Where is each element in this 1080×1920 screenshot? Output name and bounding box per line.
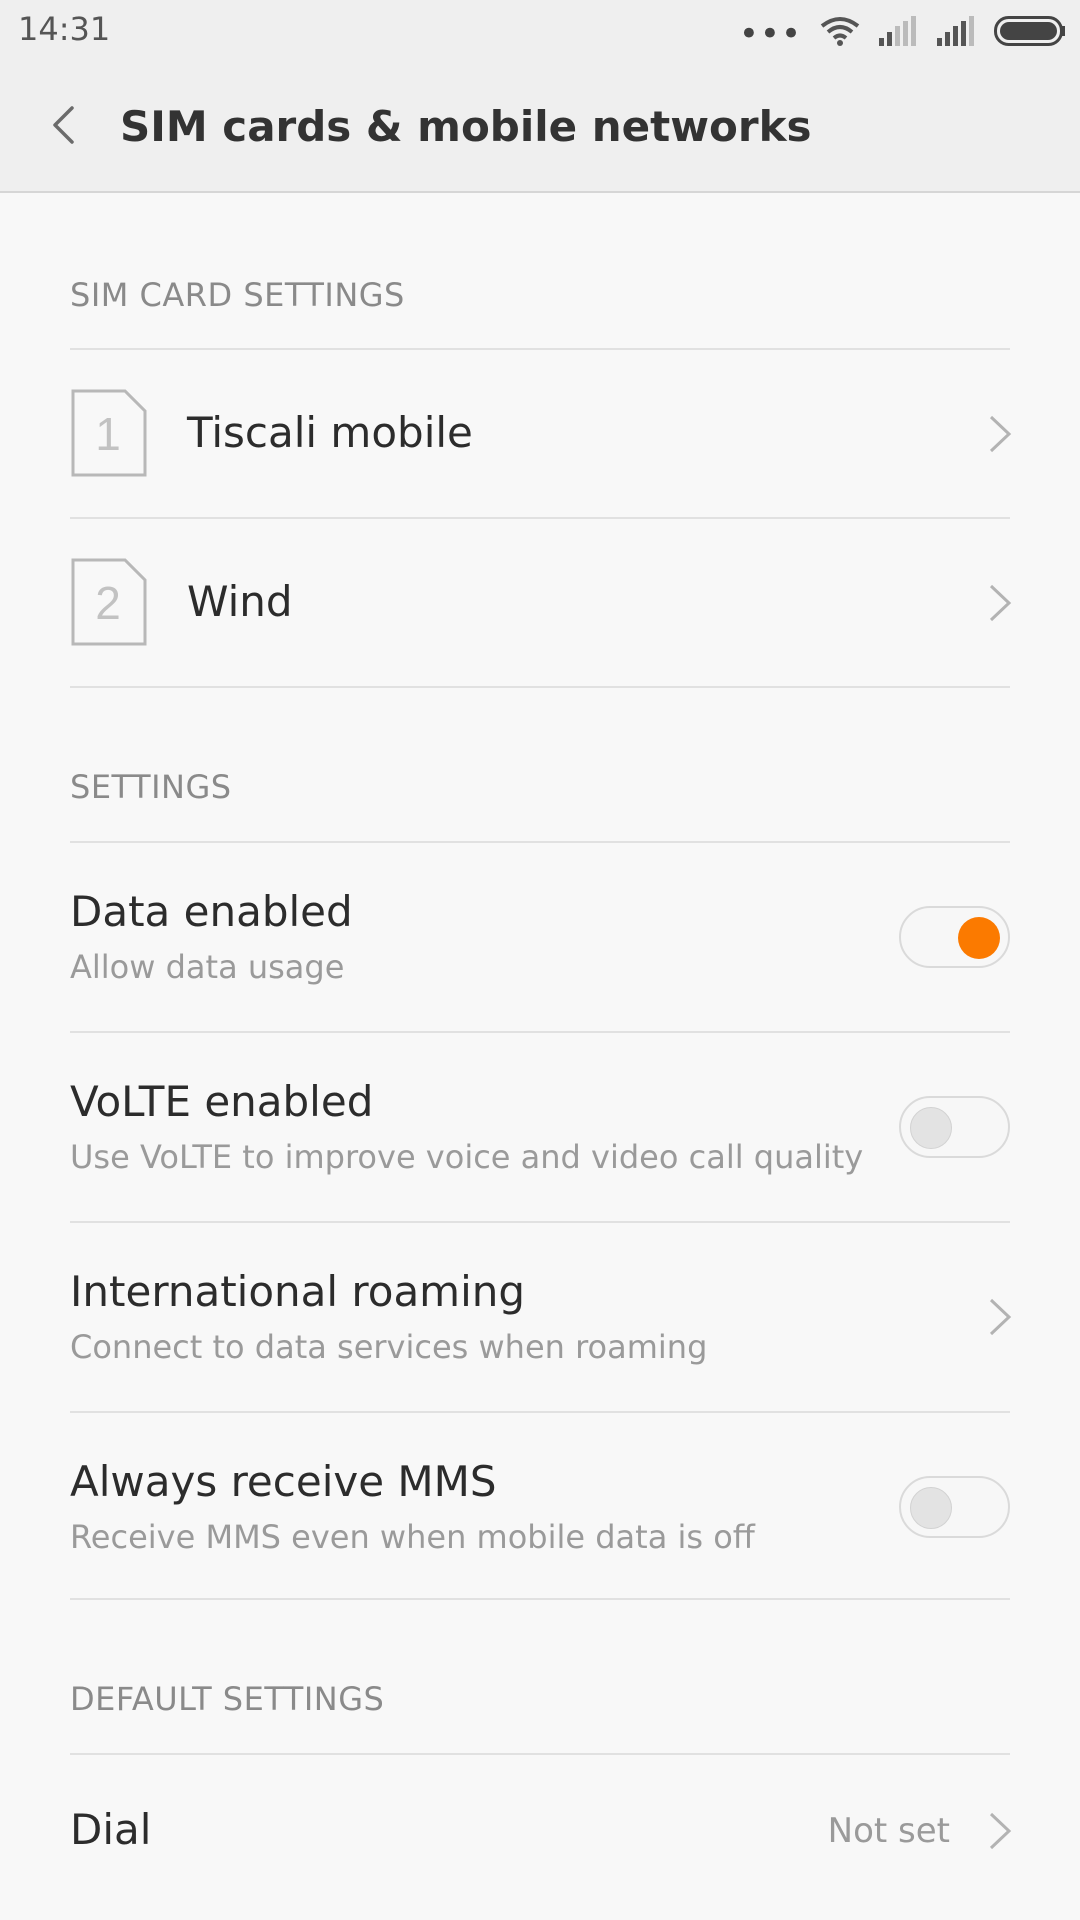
status-time: 14:31 <box>18 10 111 48</box>
top-bar: 14:31 ••• SIM cards & mobile networks <box>0 0 1080 193</box>
sim-card-icon: 2 <box>71 558 147 646</box>
setting-subtitle: Use VoLTE to improve voice and video cal… <box>70 1138 864 1176</box>
section-label-default-settings: DEFAULT SETTINGS <box>70 1680 385 1718</box>
sim-number: 1 <box>95 408 121 460</box>
setting-always-receive-mms[interactable]: Always receive MMS Receive MMS even when… <box>0 1413 1080 1601</box>
setting-title: Data enabled <box>70 887 353 936</box>
toggle-knob <box>958 917 1000 959</box>
sim-card-icon: 1 <box>71 389 147 477</box>
setting-value: Not set <box>827 1811 950 1851</box>
divider <box>70 1598 1010 1600</box>
setting-international-roaming[interactable]: International roaming Connect to data se… <box>0 1223 1080 1411</box>
setting-title: VoLTE enabled <box>70 1077 374 1126</box>
setting-subtitle: Allow data usage <box>70 948 345 986</box>
sim-number: 2 <box>95 577 121 629</box>
toggle-knob <box>910 1107 952 1149</box>
chevron-right-icon <box>989 584 1012 622</box>
back-icon[interactable] <box>40 100 90 150</box>
page-title: SIM cards & mobile networks <box>120 102 812 151</box>
setting-title: Always receive MMS <box>70 1457 497 1506</box>
toggle-knob <box>910 1487 952 1529</box>
section-label-sim-card-settings: SIM CARD SETTINGS <box>70 276 405 314</box>
setting-volte-enabled[interactable]: VoLTE enabled Use VoLTE to improve voice… <box>0 1033 1080 1221</box>
setting-subtitle: Receive MMS even when mobile data is off <box>70 1518 755 1556</box>
signal-icon-sim1 <box>879 16 916 46</box>
setting-title: Dial <box>70 1805 152 1854</box>
battery-icon <box>994 16 1065 46</box>
header: SIM cards & mobile networks <box>0 62 1080 193</box>
more-notifications-icon: ••• <box>738 14 802 54</box>
setting-data-enabled[interactable]: Data enabled Allow data usage <box>0 843 1080 1031</box>
chevron-right-icon <box>989 1298 1012 1336</box>
setting-title: International roaming <box>70 1267 526 1316</box>
screen: 14:31 ••• SIM cards & mobile networks SI… <box>0 0 1080 1920</box>
data-enabled-toggle[interactable] <box>899 906 1010 968</box>
chevron-right-icon <box>989 415 1012 453</box>
signal-icon-sim2 <box>937 16 974 46</box>
always-receive-mms-toggle[interactable] <box>899 1476 1010 1538</box>
divider <box>70 686 1010 688</box>
sim-row-1[interactable]: 1 Tiscali mobile <box>0 350 1080 517</box>
status-icons: ••• <box>738 14 1066 54</box>
sim-name: Tiscali mobile <box>187 408 473 457</box>
volte-enabled-toggle[interactable] <box>899 1096 1010 1158</box>
setting-subtitle: Connect to data services when roaming <box>70 1328 708 1366</box>
section-label-settings: SETTINGS <box>70 768 232 806</box>
sim-name: Wind <box>187 577 293 626</box>
status-bar: 14:31 ••• <box>0 0 1080 62</box>
sim-row-2[interactable]: 2 Wind <box>0 519 1080 686</box>
chevron-right-icon <box>989 1812 1012 1850</box>
wifi-icon <box>820 17 860 46</box>
default-dial[interactable]: Dial Not set <box>0 1755 1080 1920</box>
